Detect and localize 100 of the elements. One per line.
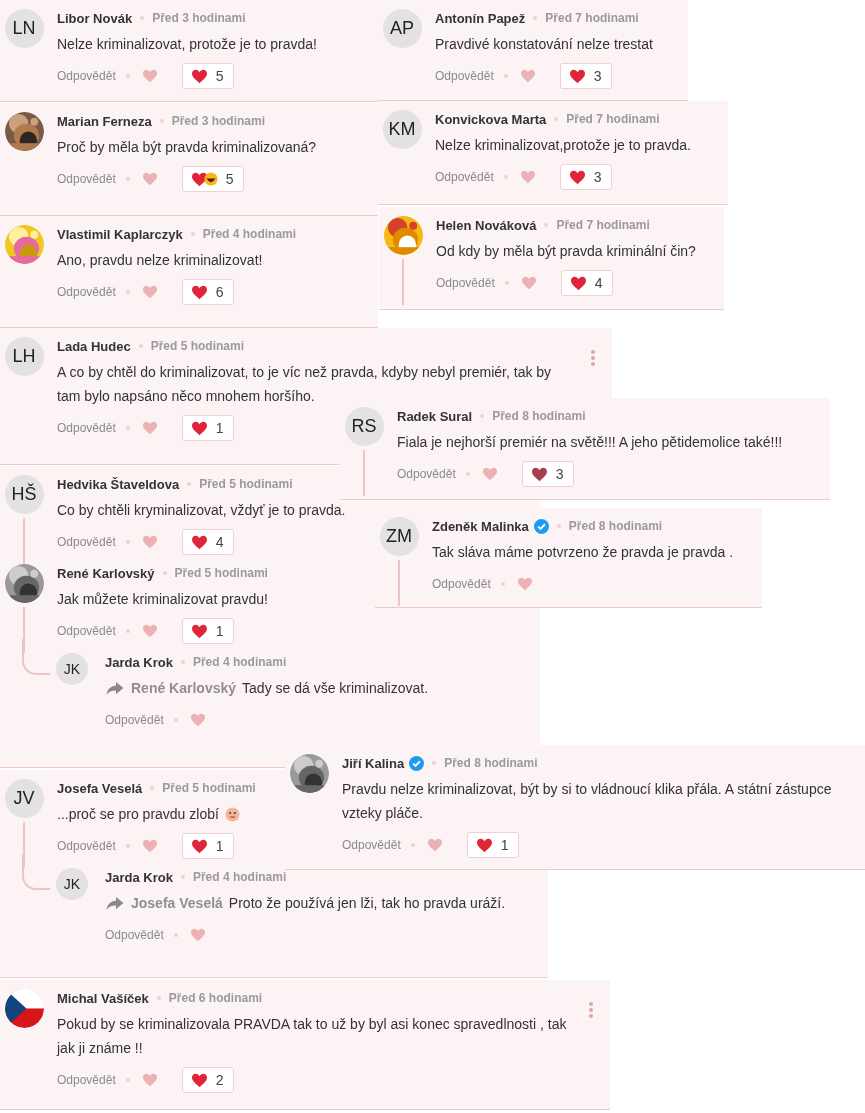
like-heart-icon (141, 624, 158, 638)
timestamp: Před 7 hodinami (545, 11, 639, 25)
author-name[interactable]: René Karlovský (57, 565, 155, 581)
comment-text: Fiala je nejhorší premiér na světě!!! A jeho pětidemolice také!!! (397, 433, 783, 452)
comment-text: A co by chtěl do kriminalizovat, to je víc než pravda, kdyby nebyl premiér, tak by tam bylo napsáno něco mnohem horšího. (57, 363, 553, 406)
author-name[interactable]: Marian Ferneza (57, 113, 152, 129)
heart-icon (190, 284, 208, 300)
like-heart-icon (516, 577, 533, 591)
like-heart-icon (141, 839, 158, 853)
comment-text: Od kdy by měla být pravda kriminální čin? (436, 242, 696, 261)
like-heart-icon (141, 69, 158, 83)
timestamp: Před 7 hodinami (556, 218, 650, 232)
heart-icon (475, 837, 493, 853)
timestamp: Před 6 hodinami (168, 991, 263, 1005)
more-menu-icon[interactable] (590, 349, 596, 367)
reaction-count-button[interactable]: 6 (181, 279, 234, 305)
author-name[interactable]: Antonín Papež (435, 10, 526, 26)
author-name[interactable]: Jarda Krok (105, 654, 173, 670)
avatar: ZM (379, 517, 419, 556)
timestamp: Před 5 hodinami (199, 477, 293, 491)
comment-text: ...proč se pro pravdu zlobí (57, 805, 219, 824)
comment-text: Proč by měla být pravda kriminalizovaná? (57, 138, 317, 157)
comment-text: Pravdivé konstatování nelze trestat (435, 35, 653, 54)
timestamp: Před 8 hodinami (444, 756, 538, 770)
avatar: JK (56, 653, 88, 685)
avatar: LH (4, 337, 44, 376)
laughing-emoji-icon (203, 172, 218, 186)
heart-icon (190, 623, 208, 639)
heart-icon (190, 1072, 208, 1088)
reply-arrow-icon (105, 895, 125, 911)
avatar: JK (56, 868, 88, 900)
reaction-count-button[interactable]: 2 (181, 1067, 234, 1093)
avatar: AP (382, 9, 422, 48)
like-heart-icon (141, 421, 158, 435)
like-heart-icon (141, 535, 158, 549)
author-name[interactable]: Radek Sural (397, 408, 473, 424)
author-name[interactable]: Konvickova Marta (435, 111, 547, 127)
author-name[interactable]: Hedvika Štaveldova (57, 476, 180, 492)
reaction-count-button[interactable]: 1 (181, 618, 234, 644)
reply-arrow-icon (105, 680, 125, 696)
timestamp: Před 8 hodinami (492, 409, 586, 423)
timestamp: Před 5 hodinami (174, 566, 268, 580)
comment-text: Jak můžete kriminalizovat pravdu! (57, 590, 268, 609)
timestamp: Před 3 hodinami (171, 114, 265, 128)
like-heart-icon (481, 467, 498, 481)
avatar: KM (382, 110, 422, 149)
like-heart-icon (141, 1073, 158, 1087)
flag-icon (4, 989, 44, 1028)
heart-icon (190, 68, 208, 84)
avatar: HŠ (4, 475, 44, 514)
reaction-count-button[interactable]: 5 (181, 63, 234, 89)
timestamp: Před 4 hodinami (202, 227, 297, 241)
comment-text: Tak sláva máme potvrzeno že pravda je pravda . (432, 543, 734, 562)
comment-text: Ano, pravdu nelze kriminalizovat! (57, 251, 263, 270)
reaction-count-button[interactable]: 3 (559, 164, 612, 190)
reaction-count-button[interactable]: 4 (560, 270, 613, 296)
reaction-count-button[interactable]: 1 (181, 833, 234, 859)
heart-icon (568, 169, 586, 185)
heart-icon (190, 171, 208, 187)
comment-text: Proto že používá jen lži, tak ho pravda uráží. (228, 894, 506, 913)
heart-icon (568, 68, 586, 84)
like-heart-icon (189, 928, 206, 942)
like-heart-icon (141, 285, 158, 299)
reaction-count-button[interactable]: 3 (559, 63, 612, 89)
author-name[interactable]: Zdeněk Malinka (432, 518, 529, 534)
like-heart-icon (189, 713, 206, 727)
timestamp: Před 5 hodinami (150, 339, 245, 353)
timestamp: Před 4 hodinami (192, 870, 287, 884)
author-name[interactable]: Lada Hudec (57, 338, 131, 354)
timestamp: Před 4 hodinami (192, 655, 287, 669)
author-name[interactable]: Helen Nováková (436, 217, 537, 233)
heart-icon (190, 838, 208, 854)
like-heart-icon (519, 170, 536, 184)
comment-text: Pokud by se kriminalizovala PRAVDA tak to už by byl asi konec spravedlnosti , tak jak ji známe !! (57, 1015, 568, 1058)
like-heart-icon (519, 69, 536, 83)
heart-icon (530, 466, 548, 482)
avatar: RS (344, 407, 384, 446)
author-name[interactable]: Jarda Krok (105, 869, 173, 885)
author-name[interactable]: Michal Vašíček (57, 990, 149, 1006)
author-name[interactable]: Jiří Kalina (342, 755, 405, 771)
reaction-count-button[interactable]: 1 (181, 415, 234, 441)
timestamp: Před 8 hodinami (568, 519, 663, 533)
author-name[interactable]: Libor Novák (57, 10, 133, 26)
author-name[interactable]: Josefa Veselá (57, 780, 143, 796)
heart-icon (190, 420, 208, 436)
comment-text: Co by chtěli kryminalizovat, vždyť je to pravda. (57, 501, 346, 520)
like-heart-icon (426, 838, 443, 852)
reaction-count-button[interactable]: 4 (181, 529, 234, 555)
timestamp: Před 7 hodinami (566, 112, 660, 126)
timestamp: Před 5 hodinami (162, 781, 256, 795)
reaction-count-button[interactable]: 3 (521, 461, 574, 487)
comment-text: Nelze kriminalizovat, protože je to pravda! (57, 35, 317, 54)
like-heart-icon (141, 172, 158, 186)
comment-text: Pravdu nelze kriminalizovat, být by si to vládnoucí klika přála. A státní zástupce vzteky pláče. (342, 780, 833, 823)
author-name[interactable]: Vlastimil Kaplarczyk (57, 226, 183, 242)
reaction-count-button[interactable]: 1 (466, 832, 519, 858)
timestamp: Před 3 hodinami (152, 11, 246, 25)
more-menu-icon[interactable] (588, 1001, 594, 1019)
reaction-count-button[interactable]: 5 (181, 166, 244, 192)
heart-icon (569, 275, 587, 291)
